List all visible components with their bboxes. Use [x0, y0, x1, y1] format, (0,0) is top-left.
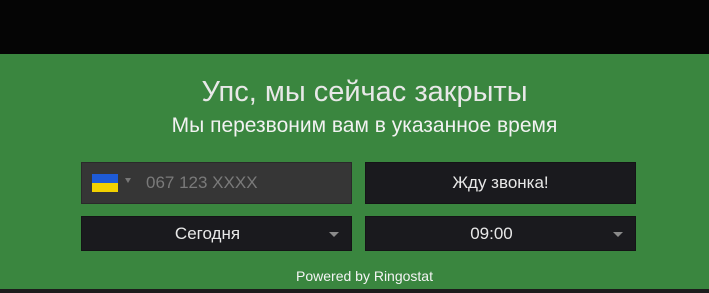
callback-widget: Упс, мы сейчас закрыты Мы перезвоним вам…	[0, 54, 709, 289]
day-select-value: Сегодня	[174, 224, 241, 243]
page-top-area	[0, 0, 709, 54]
widget-title: Упс, мы сейчас закрыты	[201, 76, 528, 108]
phone-input[interactable]	[134, 163, 350, 203]
day-select[interactable]: Сегодня	[81, 216, 352, 251]
request-call-button[interactable]: Жду звонка!	[365, 162, 636, 204]
time-select-value: 09:00	[470, 224, 513, 243]
chevron-down-icon	[329, 232, 339, 237]
time-select[interactable]: 09:00	[365, 216, 636, 251]
ua-flag-icon	[92, 174, 118, 192]
country-selector[interactable]	[82, 163, 134, 203]
widget-subtitle: Мы перезвоним вам в указанное время	[171, 114, 558, 137]
chevron-down-icon	[613, 232, 623, 237]
chevron-down-icon	[125, 178, 131, 183]
widget-bottom-border	[0, 289, 709, 293]
powered-by-label: Powered by Ringostat	[296, 268, 433, 284]
phone-field	[81, 162, 352, 204]
